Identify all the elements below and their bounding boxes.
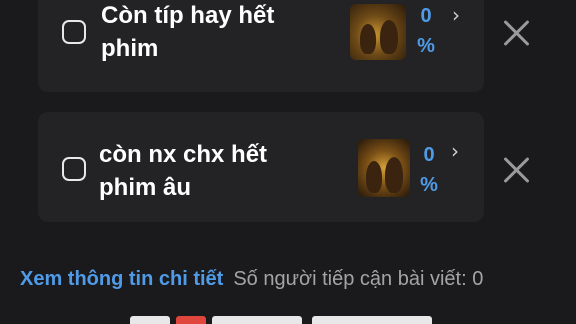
view-details-link[interactable]: Xem thông tin chi tiết [20, 268, 223, 290]
poll-screen: Còn típ hay hết phim 0 % › còn nx chx hế… [0, 0, 576, 324]
cutoff-caption-text [130, 312, 490, 324]
reach-count-text: Số người tiếp cận bài viết: 0 [233, 268, 484, 290]
chevron-right-icon[interactable]: › [452, 3, 460, 27]
option-label: còn nx chx hết phim âu [99, 141, 268, 201]
chevron-right-icon[interactable]: › [451, 139, 459, 163]
poll-option-card[interactable]: Còn típ hay hết phim 0 % › [38, 0, 484, 92]
option-vote-percent: 0 % [416, 1, 436, 61]
percent-unit: % [417, 35, 435, 57]
percent-unit: % [420, 174, 438, 196]
option-image-thumbnail[interactable] [350, 4, 406, 60]
option-checkbox[interactable] [62, 157, 86, 181]
option-label: Còn típ hay hết phim [101, 2, 275, 62]
percent-value: 0 [423, 144, 435, 166]
option-checkbox[interactable] [62, 20, 86, 44]
option-vote-percent: 0 % [419, 140, 439, 200]
close-icon[interactable] [503, 19, 531, 47]
poll-option-card[interactable]: còn nx chx hết phim âu 0 % › [38, 112, 484, 222]
poll-footer: Xem thông tin chi tiết Số người tiếp cận … [20, 265, 483, 293]
close-icon[interactable] [503, 156, 531, 184]
option-image-thumbnail[interactable] [358, 139, 410, 197]
percent-value: 0 [420, 5, 432, 27]
